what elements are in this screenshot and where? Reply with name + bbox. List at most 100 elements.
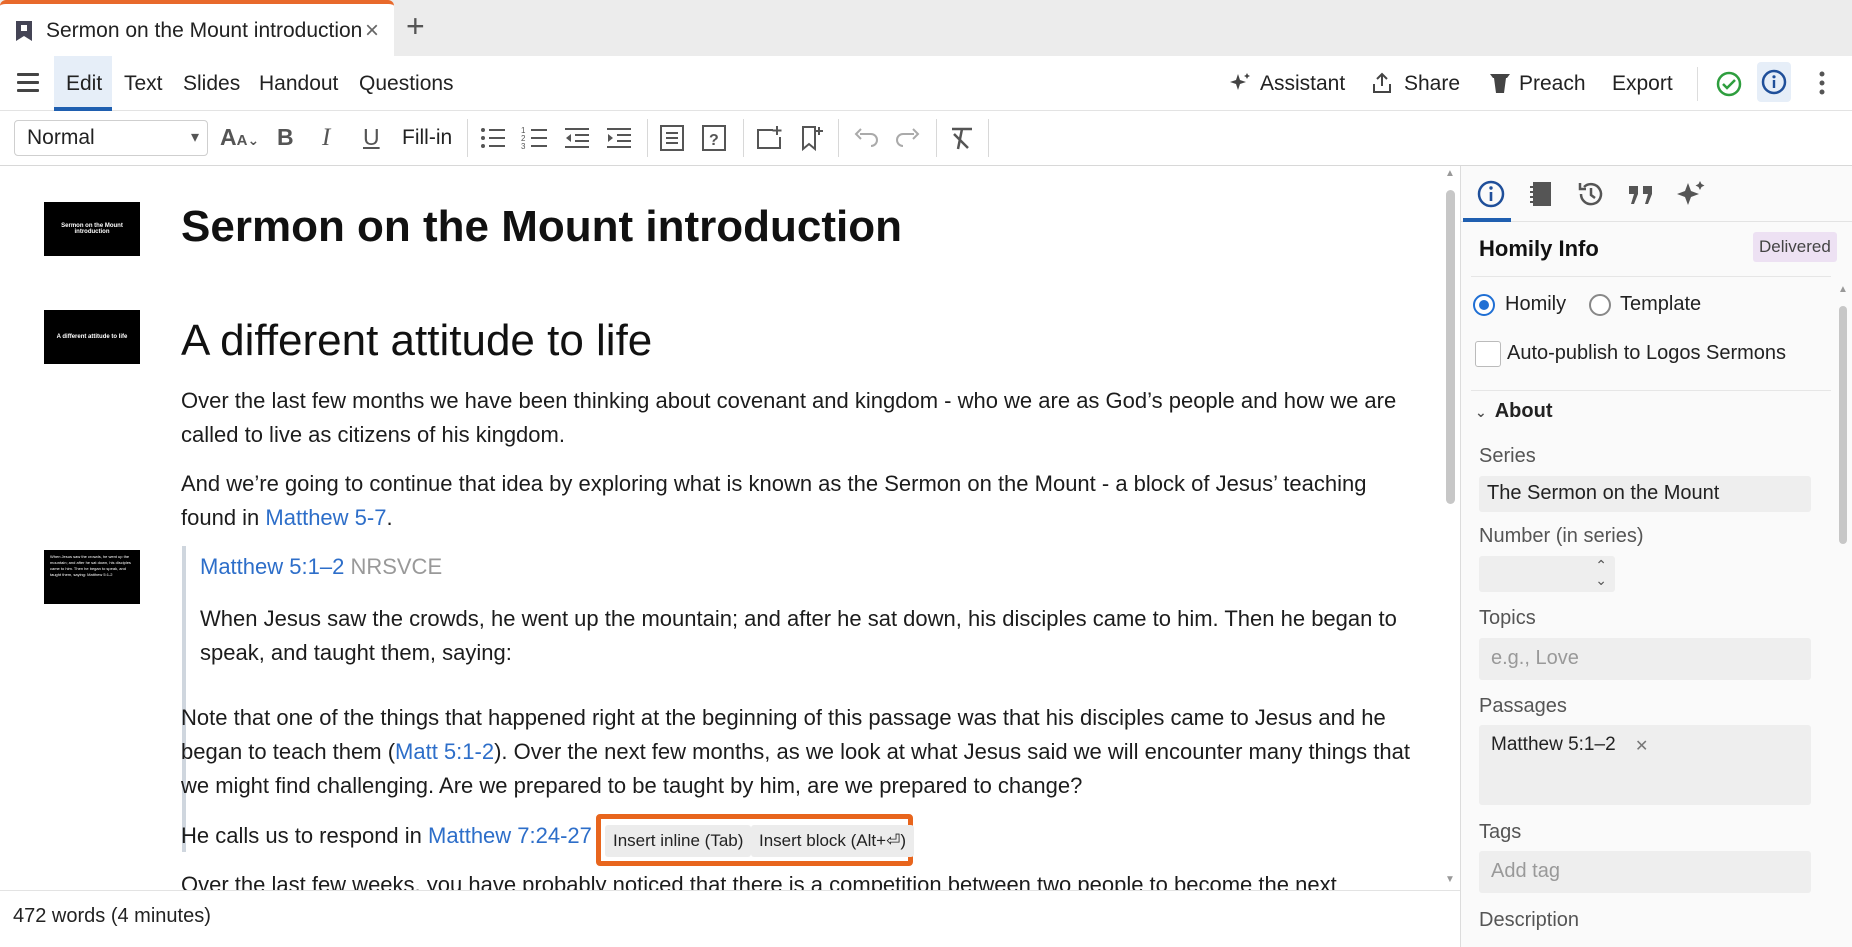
sparkle-icon[interactable] [1675, 178, 1707, 210]
scripture-link[interactable]: Matthew 5-7 [265, 505, 386, 530]
indent-icon[interactable] [605, 124, 633, 154]
scrollbar-thumb[interactable] [1446, 190, 1455, 504]
bold-icon[interactable]: B [277, 124, 294, 154]
tab-text[interactable]: Text [124, 72, 163, 96]
hamburger-menu-icon[interactable] [17, 73, 39, 93]
stepper-arrows-icon[interactable]: ⌃ ⌄ [1595, 558, 1607, 588]
preach-button[interactable]: Preach [1519, 72, 1586, 96]
editor-area[interactable]: Sermon on the Mount introduction Sermon … [0, 166, 1460, 890]
share-icon[interactable] [1370, 70, 1394, 96]
info-button[interactable] [1757, 62, 1791, 102]
scroll-up-icon[interactable]: ▲ [1445, 168, 1455, 179]
bible-version: NRSVCE [350, 554, 443, 579]
more-options-icon[interactable] [1815, 70, 1829, 96]
tab-handout[interactable]: Handout [259, 72, 338, 96]
template-radio-label: Template [1620, 293, 1702, 315]
slide-thumbnail[interactable]: A different attitude to life [44, 310, 140, 364]
slide-thumbnail[interactable]: When Jesus saw the crowds, he went up th… [44, 550, 140, 604]
panel-tabs [1461, 166, 1852, 222]
scripture-link[interactable]: Matthew 5:1–2 [200, 554, 344, 579]
toolbar-divider [838, 119, 839, 157]
section-heading[interactable]: A different attitude to life [181, 316, 652, 366]
sparkle-icon[interactable] [1228, 70, 1252, 96]
tags-label: Tags [1479, 821, 1522, 843]
about-section-toggle[interactable]: ⌄ About [1475, 400, 1553, 423]
document-title[interactable]: Sermon on the Mount introduction [181, 202, 902, 252]
homily-radio[interactable] [1473, 294, 1495, 316]
active-panel-tab-indicator [1463, 218, 1511, 222]
scripture-link[interactable]: Matt 5:1-2 [395, 739, 494, 764]
add-slide-icon[interactable] [755, 124, 783, 154]
toolbar-divider [988, 119, 989, 157]
scroll-down-icon[interactable]: ▼ [1445, 874, 1455, 885]
scrollbar-thumb[interactable] [1839, 306, 1847, 544]
new-tab-button[interactable]: + [406, 8, 425, 45]
passages-input[interactable]: Matthew 5:1–2 ✕ [1479, 725, 1811, 805]
close-tab-icon[interactable]: × [365, 17, 379, 45]
paragraph-style-select[interactable]: Normal ▾ [14, 120, 208, 156]
paragraph[interactable]: Note that one of the things that happene… [181, 701, 1421, 803]
info-icon[interactable] [1475, 178, 1507, 210]
divider [1471, 390, 1831, 391]
numbered-list-icon[interactable]: 123 [521, 124, 549, 154]
underline-icon[interactable]: U [363, 124, 380, 154]
info-panel: Homily Info Delivered Homily Template Au… [1460, 166, 1852, 947]
info-icon [1761, 69, 1787, 95]
question-icon[interactable]: ? [700, 124, 728, 154]
tab-bar: Sermon on the Mount introduction × + [0, 0, 1852, 56]
tab-edit[interactable]: Edit [66, 72, 102, 96]
pulpit-icon[interactable] [1488, 70, 1512, 96]
clear-formatting-icon[interactable] [948, 124, 976, 154]
series-field[interactable]: The Sermon on the Mount [1479, 476, 1811, 512]
status-badge: Delivered [1753, 232, 1837, 262]
template-radio[interactable] [1589, 294, 1611, 316]
document-tab[interactable]: Sermon on the Mount introduction × [0, 0, 394, 56]
assistant-button[interactable]: Assistant [1260, 72, 1345, 96]
paragraph[interactable]: He calls us to respond in Matthew 7:24-2… [181, 819, 601, 853]
bullet-list-icon[interactable] [479, 124, 507, 154]
scripture-link[interactable]: Matthew 7:24-27 [428, 823, 592, 848]
fill-in-button[interactable]: Fill-in [402, 126, 452, 156]
paragraph[interactable]: And we’re going to continue that idea by… [181, 467, 1421, 535]
document-icon [16, 21, 32, 41]
tab-questions[interactable]: Questions [359, 72, 454, 96]
editor-scrollbar[interactable]: ▲ ▼ [1444, 168, 1458, 890]
slide-thumbnail[interactable]: Sermon on the Mount introduction [44, 202, 140, 256]
toolbar-divider [743, 119, 744, 157]
toolbar-divider [467, 119, 468, 157]
insert-inline-button[interactable]: Insert inline (Tab) [605, 825, 752, 857]
notebook-icon[interactable] [1525, 178, 1557, 210]
tags-input[interactable]: Add tag [1479, 851, 1811, 893]
menu-divider [1697, 67, 1698, 101]
paragraph-text: He calls us to respond in [181, 823, 429, 848]
number-stepper[interactable]: ⌃ ⌄ [1479, 556, 1615, 592]
scripture-block[interactable] [182, 546, 1422, 852]
italic-icon[interactable]: I [322, 124, 330, 154]
topics-input[interactable]: e.g., Love [1479, 638, 1811, 680]
history-icon[interactable] [1575, 178, 1607, 210]
auto-publish-label: Auto-publish to Logos Sermons [1507, 342, 1787, 364]
check-status-icon[interactable] [1716, 71, 1742, 97]
panel-scrollbar[interactable]: ▲ [1837, 284, 1849, 944]
remove-passage-icon[interactable]: ✕ [1635, 736, 1648, 756]
passage-tag: Matthew 5:1–2 [1491, 734, 1616, 755]
bookmark-add-icon[interactable] [797, 124, 825, 154]
paragraph[interactable]: Over the last few months we have been th… [181, 384, 1421, 452]
block-icon[interactable] [658, 124, 686, 154]
outdent-icon[interactable] [563, 124, 591, 154]
paragraph-text: . [386, 505, 393, 530]
auto-publish-checkbox[interactable] [1475, 341, 1501, 367]
font-size-icon[interactable]: AA⌄ [220, 124, 259, 154]
chevron-down-icon: ⌄ [1475, 404, 1487, 420]
insert-block-button[interactable]: Insert block (Alt+⏎) [751, 825, 914, 857]
scroll-up-icon[interactable]: ▲ [1838, 284, 1848, 295]
redo-icon[interactable] [894, 124, 922, 154]
chevron-down-icon: ▾ [190, 129, 199, 146]
export-button[interactable]: Export [1612, 72, 1673, 96]
scripture-text[interactable]: When Jesus saw the crowds, he went up th… [200, 602, 1420, 670]
paragraph[interactable]: Over the last few weeks, you have probab… [181, 872, 1337, 890]
share-button[interactable]: Share [1404, 72, 1460, 96]
undo-icon[interactable] [852, 124, 880, 154]
quote-icon[interactable] [1625, 178, 1657, 210]
tab-slides[interactable]: Slides [183, 72, 240, 96]
